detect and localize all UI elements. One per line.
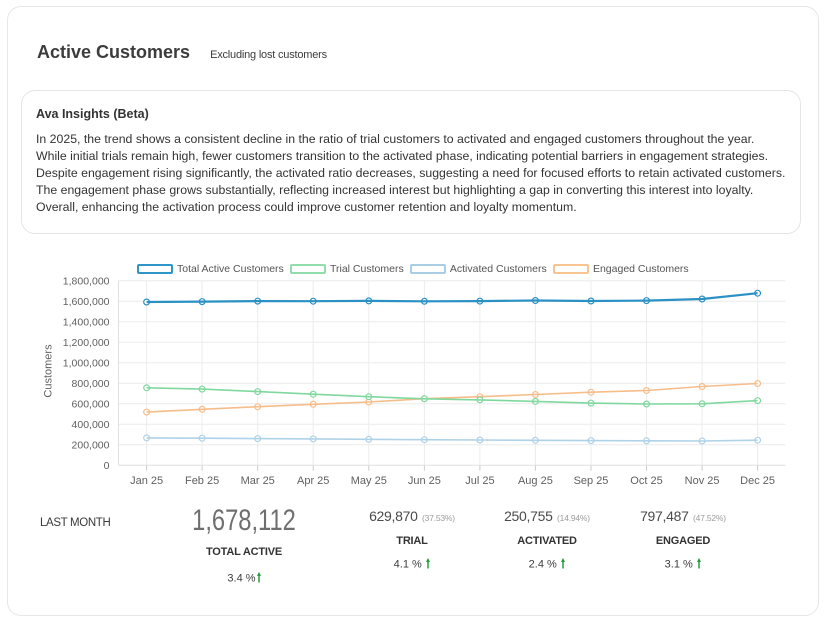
svg-text:0: 0 <box>104 460 110 472</box>
svg-text:Sep 25: Sep 25 <box>574 475 609 487</box>
svg-text:Jan 25: Jan 25 <box>130 475 163 487</box>
svg-text:1,800,000: 1,800,000 <box>63 276 110 288</box>
svg-text:600,000: 600,000 <box>72 399 110 411</box>
svg-text:Nov 25: Nov 25 <box>685 475 720 487</box>
svg-text:Customers: Customers <box>43 344 55 398</box>
svg-text:400,000: 400,000 <box>72 419 110 431</box>
svg-text:May 25: May 25 <box>351 475 387 487</box>
svg-text:Jul 25: Jul 25 <box>465 475 494 487</box>
svg-text:Mar 25: Mar 25 <box>241 475 275 487</box>
svg-text:1,000,000: 1,000,000 <box>63 358 110 370</box>
svg-text:1,400,000: 1,400,000 <box>63 317 110 329</box>
svg-text:Jun 25: Jun 25 <box>408 475 441 487</box>
svg-text:Feb 25: Feb 25 <box>185 475 219 487</box>
svg-text:Aug 25: Aug 25 <box>518 475 553 487</box>
svg-text:Apr 25: Apr 25 <box>297 475 329 487</box>
svg-text:200,000: 200,000 <box>72 440 110 452</box>
svg-text:Dec 25: Dec 25 <box>740 475 775 487</box>
svg-text:800,000: 800,000 <box>72 378 110 390</box>
svg-text:1,600,000: 1,600,000 <box>63 296 110 308</box>
svg-text:Oct 25: Oct 25 <box>630 475 662 487</box>
svg-text:1,200,000: 1,200,000 <box>63 337 110 349</box>
